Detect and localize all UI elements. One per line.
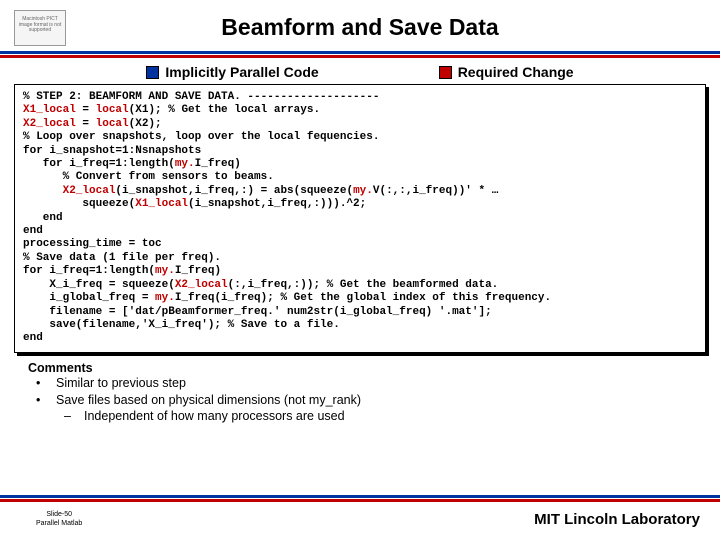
top-rule (0, 51, 720, 58)
blue-swatch-icon (146, 66, 159, 79)
comments-heading: Comments (28, 361, 698, 375)
image-placeholder: Macintosh PICT image format is not suppo… (14, 10, 66, 46)
mit-logo-text: MIT Lincoln Laboratory (534, 511, 700, 528)
slide-title: Beamform and Save Data (0, 0, 720, 51)
legend: Implicitly Parallel Code Required Change (0, 58, 720, 84)
legend-parallel: Implicitly Parallel Code (146, 64, 318, 80)
comment-bullet-2: Save files based on physical dimensions … (28, 392, 698, 409)
comment-subbullet-1: Independent of how many processors are u… (28, 408, 698, 425)
code-block: % STEP 2: BEAMFORM AND SAVE DATA. ------… (14, 84, 706, 353)
legend-right-label: Required Change (458, 64, 574, 80)
legend-required: Required Change (439, 64, 574, 80)
slide-number: Slide-50 Parallel Matlab (36, 511, 82, 528)
bottom-rule (0, 495, 720, 502)
legend-left-label: Implicitly Parallel Code (165, 64, 318, 80)
comments-section: Comments Similar to previous step Save f… (28, 361, 698, 426)
footer: Slide-50 Parallel Matlab MIT Lincoln Lab… (0, 511, 720, 528)
comment-bullet-1: Similar to previous step (28, 375, 698, 392)
red-swatch-icon (439, 66, 452, 79)
